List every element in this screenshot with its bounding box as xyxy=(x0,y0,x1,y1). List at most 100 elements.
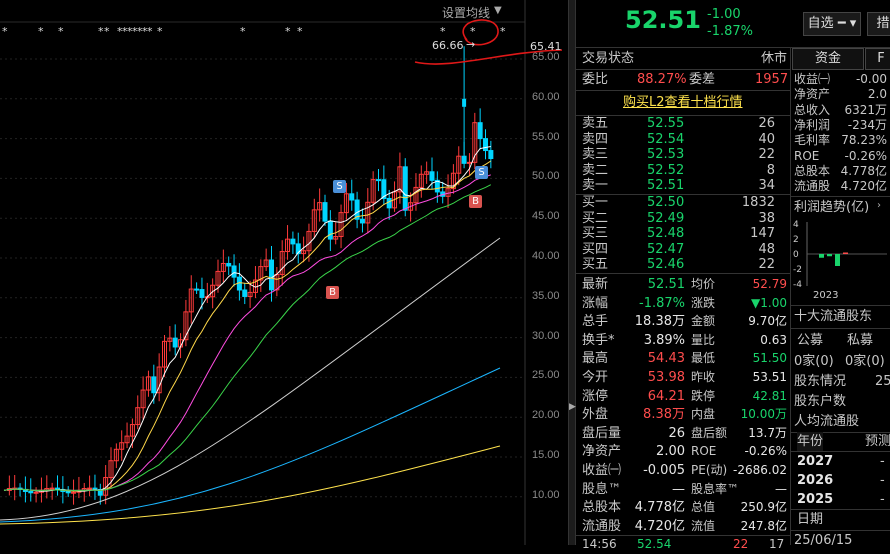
price-change: -1.00 xyxy=(707,7,741,22)
ma120-line xyxy=(0,367,501,523)
event-star-icon: * xyxy=(297,25,303,38)
candle-body xyxy=(71,491,77,494)
stat-label: 跌停 xyxy=(691,388,716,403)
fundamental-value: 2.0 xyxy=(867,87,887,102)
stat-value: 10.00万 xyxy=(740,407,787,422)
candle-body xyxy=(269,259,274,291)
stat-value: — xyxy=(672,481,685,497)
shareholders-title[interactable]: 十大流通股东 xyxy=(794,307,872,326)
stat-label: 内盘 xyxy=(691,407,716,422)
set-ma-button[interactable]: 设置均线 xyxy=(442,4,490,21)
event-star-icon: * xyxy=(147,25,153,38)
stat-label: 昨收 xyxy=(691,370,716,384)
stat-label: 换手* xyxy=(582,332,615,348)
stat-value: 0.63 xyxy=(760,332,787,347)
y-tick-label: 35.00 xyxy=(532,289,560,302)
stat-label: 最高 xyxy=(582,351,609,367)
sell-marker[interactable]: S xyxy=(475,166,488,179)
add-watchlist-button[interactable]: 自选 ━ ▾ xyxy=(803,12,861,36)
high-price-annotation: 66.66 xyxy=(432,39,464,52)
order-volume: 22 xyxy=(758,257,775,273)
order-level-label: 买三 xyxy=(582,226,609,242)
public-fund-value: 0家(0) xyxy=(794,354,834,369)
chevron-right-icon[interactable]: › xyxy=(877,200,881,211)
event-star-icon: * xyxy=(240,25,246,38)
order-volume: 26 xyxy=(758,116,775,131)
kline-chart-canvas[interactable]: * * * * * * * * * * * * * * * * * * * xyxy=(0,0,570,545)
stat-value: 250.9亿 xyxy=(740,500,787,515)
order-price: 52.47 xyxy=(647,241,685,257)
profit-y-tick: -4 xyxy=(793,280,802,290)
date-label: 日期 xyxy=(797,512,824,527)
stat-label: 涨跌 xyxy=(691,295,716,310)
stat-value: 64.21 xyxy=(647,388,685,404)
profit-y-tick: 0 xyxy=(793,250,799,260)
sell-marker[interactable]: S xyxy=(333,180,346,193)
stat-value: 53.51 xyxy=(752,370,787,384)
order-volume: 147 xyxy=(750,226,775,242)
fundamental-label: 净利润 xyxy=(794,117,831,132)
tab-other[interactable]: F xyxy=(865,48,890,70)
stat-value: 4.778亿 xyxy=(634,500,685,516)
chevron-down-icon[interactable]: ▼ xyxy=(494,5,502,16)
holders-status-value: 25 xyxy=(875,374,890,389)
profit-y-tick: 4 xyxy=(793,220,799,230)
stat-value: 8.38万 xyxy=(643,407,685,423)
stat-label: 外盘 xyxy=(582,407,609,423)
candle-body xyxy=(199,289,205,298)
stat-value: 4.720亿 xyxy=(634,518,685,534)
candle-body xyxy=(402,166,408,211)
event-star-icon: * xyxy=(157,25,163,38)
y-tick-label: 20.00 xyxy=(532,409,560,422)
stat-value: 247.8亿 xyxy=(740,518,787,533)
stat-value: -2686.02 xyxy=(733,463,787,477)
stat-label: 金额 xyxy=(691,314,716,329)
stat-value: ▼1.00 xyxy=(751,295,787,310)
fundamental-label: 毛利率 xyxy=(794,133,831,148)
y-tick-label: 45.00 xyxy=(532,210,560,223)
commission-diff-value: 1957 xyxy=(755,72,789,87)
candle-body xyxy=(28,490,34,494)
y-tick-label: 25.00 xyxy=(532,369,560,382)
y-tick-label: 50.00 xyxy=(532,170,560,183)
commission-diff-label: 委差 xyxy=(689,72,716,87)
candle-body xyxy=(194,288,200,291)
forecast-header: 预测 xyxy=(865,434,890,449)
public-fund-label: 公募 xyxy=(797,333,824,348)
profit-bar xyxy=(819,254,824,258)
order-level-label: 买五 xyxy=(582,257,609,273)
tab-fund[interactable]: 资金 xyxy=(792,48,864,70)
per-capita-label: 人均流通股 xyxy=(794,414,860,429)
candle-body xyxy=(462,98,467,107)
profit-y-tick: 2 xyxy=(793,235,799,245)
candle-body xyxy=(65,491,71,494)
y-tick-label: 60.00 xyxy=(532,90,560,103)
forecast-year: 2027 xyxy=(797,454,834,469)
buy-l2-link[interactable]: 购买L2查看十档行情 xyxy=(623,93,743,112)
buy-marker[interactable]: B xyxy=(469,195,482,208)
candle-body xyxy=(172,337,178,348)
extra-button[interactable]: 措 xyxy=(867,12,890,36)
trade-status-label: 交易状态 xyxy=(582,51,635,66)
buy-marker[interactable]: B xyxy=(326,286,339,299)
forecast-year: 2026 xyxy=(797,473,834,488)
stat-value: -1.87% xyxy=(639,295,685,311)
stat-label: 涨停 xyxy=(582,388,609,404)
candle-body xyxy=(349,193,355,201)
y-tick-label: 65.00 xyxy=(532,51,560,63)
holders-count-label: 股东户数 xyxy=(794,394,847,409)
candle-body xyxy=(322,202,328,222)
private-fund-label: 私募 xyxy=(847,333,874,348)
fundamental-value: 78.23% xyxy=(841,133,887,148)
order-level-label: 卖一 xyxy=(582,178,609,194)
fundamental-value: 6321万 xyxy=(844,102,887,117)
order-level-label: 卖四 xyxy=(582,131,609,147)
candle-body xyxy=(231,265,237,278)
commission-ratio-value: 88.27% xyxy=(637,72,687,87)
fundamental-value: -234万 xyxy=(847,117,887,132)
forecast-value: - xyxy=(880,454,885,469)
kline-chart[interactable]: * * * * * * * * * * * * * * * * * * * 设置均线 ▼ 66.66 → 65.41… xyxy=(0,0,570,545)
candle-body xyxy=(151,376,157,394)
profit-year-label: 2023 xyxy=(813,290,838,301)
event-star-icon: * xyxy=(285,25,291,38)
